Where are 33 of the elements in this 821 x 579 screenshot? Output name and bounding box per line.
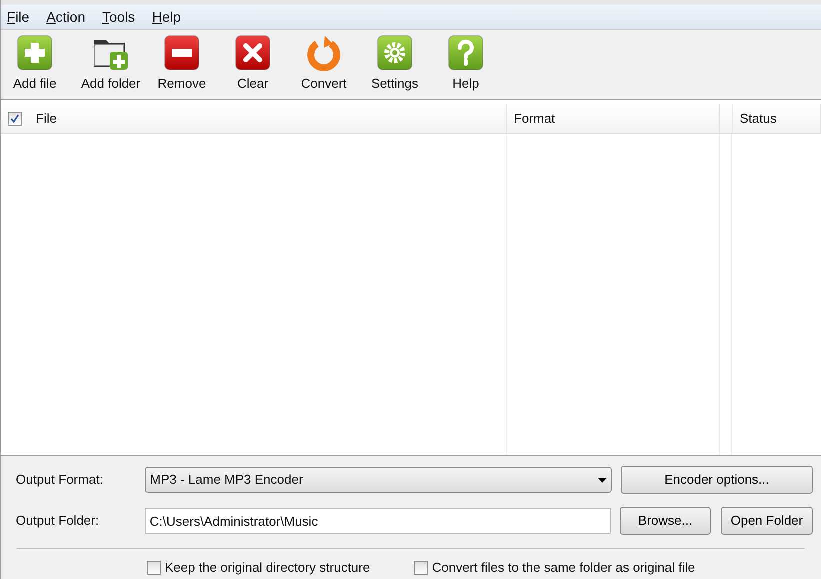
toolbar-button[interactable]: Convert	[288, 34, 360, 94]
format-dropdown[interactable]: MP3 - Lame MP3 Encoder	[145, 467, 612, 493]
gear-icon	[376, 34, 414, 72]
plus-icon	[16, 34, 54, 72]
toolbar-button[interactable]: Settings	[359, 34, 431, 94]
toolbar-button[interactable]: Clear	[217, 34, 289, 94]
toolbar-button[interactable]: Remove	[146, 34, 218, 94]
dropdown-arrow-icon	[598, 478, 607, 482]
toolbar-button[interactable]: Add folder	[75, 34, 147, 94]
push-button[interactable]: Browse...	[620, 507, 711, 535]
option-checkbox[interactable]	[147, 560, 161, 575]
refresh-icon	[305, 34, 343, 72]
minus-icon	[163, 34, 201, 72]
folder-field[interactable]: C:\Users\Administrator\Music	[144, 508, 611, 534]
option-checkbox[interactable]	[414, 560, 428, 575]
menu-item[interactable]: Help	[152, 6, 181, 28]
column-header[interactable]: Status	[732, 104, 821, 133]
field-label: Output Folder:	[15, 512, 100, 530]
checkbox-label: Convert files to the same folder as original file	[432, 559, 696, 577]
menu-item[interactable]: Action	[46, 6, 86, 28]
menu-item[interactable]: File	[7, 6, 30, 28]
help-icon	[447, 34, 485, 72]
push-button[interactable]: Encoder options...	[621, 466, 813, 494]
push-button[interactable]: Open Folder	[721, 507, 813, 535]
column-header[interactable]: Format	[507, 104, 720, 133]
toolbar-button[interactable]: Help	[430, 34, 502, 94]
toolbar-button[interactable]: Add file	[9, 34, 61, 94]
select-all-checkbox[interactable]	[8, 112, 22, 126]
close-icon	[234, 34, 272, 72]
checkbox-label: Keep the original directory structure	[165, 559, 370, 577]
menu-item[interactable]: Tools	[102, 6, 136, 28]
column-header[interactable]: File	[1, 104, 507, 133]
field-label: Output Format:	[15, 471, 104, 490]
